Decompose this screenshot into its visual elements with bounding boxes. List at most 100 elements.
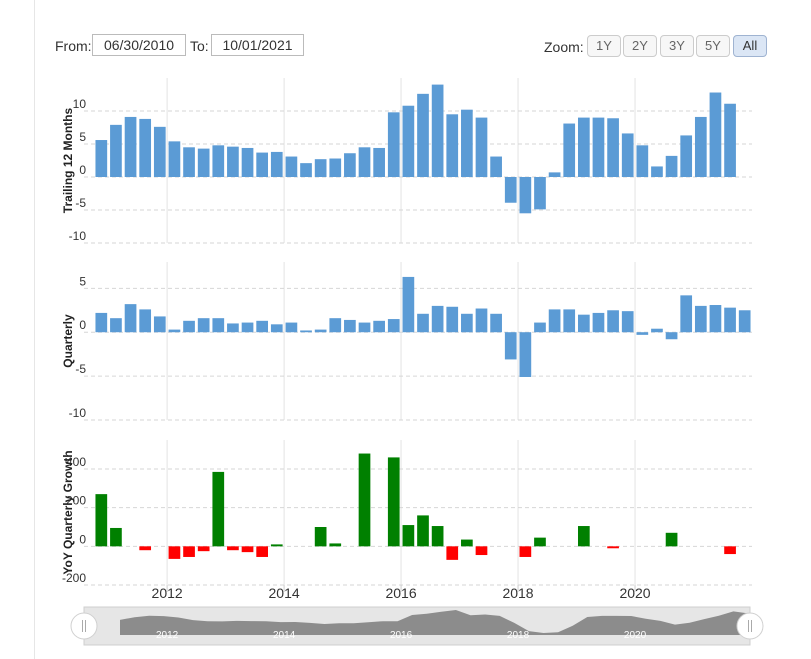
bar — [110, 527, 122, 547]
x-tick-label: 2018 — [502, 585, 533, 601]
bar — [300, 330, 312, 333]
bar — [665, 155, 678, 177]
bar — [402, 105, 415, 177]
bar — [373, 147, 385, 177]
x-tick-label: 2012 — [152, 585, 183, 601]
bar — [110, 318, 122, 333]
bar — [329, 158, 342, 177]
bar — [110, 124, 122, 177]
navigator-tick-label: 2012 — [156, 630, 179, 641]
bar — [314, 527, 327, 547]
y-tick-label: 0 — [79, 163, 86, 177]
bar — [270, 324, 283, 333]
bar — [95, 140, 108, 177]
bar — [607, 546, 619, 549]
bar — [490, 313, 502, 333]
bar — [417, 313, 429, 333]
bar — [461, 539, 473, 547]
bar — [519, 332, 532, 377]
bar — [504, 332, 517, 360]
bar — [358, 322, 371, 333]
bar — [212, 145, 225, 177]
bar — [621, 133, 634, 177]
bar — [373, 320, 385, 333]
bar — [387, 457, 400, 547]
bar — [577, 314, 590, 333]
bar — [197, 546, 210, 552]
bar — [387, 319, 400, 333]
bar — [358, 453, 371, 547]
bar — [665, 332, 678, 340]
bar — [446, 114, 459, 177]
bar — [227, 146, 239, 177]
bar — [183, 147, 195, 177]
bar — [446, 546, 459, 560]
bar — [504, 177, 517, 203]
bar — [475, 308, 488, 333]
bar — [461, 109, 473, 177]
bar — [694, 116, 707, 177]
bar — [241, 322, 254, 333]
bar — [256, 320, 269, 333]
bar — [241, 546, 254, 553]
y-tick-label: 0 — [79, 318, 86, 332]
bar — [197, 148, 210, 177]
x-tick-label: 2016 — [385, 585, 416, 601]
bar — [607, 118, 619, 177]
bar — [95, 312, 108, 333]
y-tick-label: -10 — [69, 229, 87, 243]
bar — [475, 117, 488, 177]
bar — [256, 546, 269, 557]
bar — [534, 177, 546, 210]
y-tick-label: 5 — [79, 274, 86, 288]
y-axis-label: Quarterly — [61, 314, 75, 368]
bar — [636, 145, 649, 177]
bar — [490, 156, 502, 177]
bar — [724, 103, 736, 177]
y-tick-label: -5 — [75, 196, 86, 210]
bar — [387, 112, 400, 177]
bar — [417, 93, 429, 177]
navigator-left-handle[interactable] — [70, 612, 98, 640]
bar — [592, 312, 605, 333]
bar — [417, 515, 429, 547]
bar — [577, 117, 590, 177]
bar — [227, 323, 239, 333]
bar — [212, 471, 225, 547]
bar — [680, 295, 693, 333]
bar — [563, 123, 576, 177]
bar — [461, 313, 473, 333]
bar — [636, 332, 649, 335]
bar — [475, 546, 488, 556]
bar — [344, 153, 356, 177]
x-tick-label: 2020 — [619, 585, 650, 601]
bar — [139, 309, 152, 333]
bar — [168, 546, 181, 559]
bar — [548, 309, 561, 333]
bar — [227, 546, 239, 551]
bar — [548, 172, 561, 177]
bar — [607, 310, 619, 333]
bar — [183, 546, 195, 557]
bar — [651, 328, 663, 333]
y-tick-label: -5 — [75, 362, 86, 376]
bar — [300, 163, 312, 177]
navigator-tick-label: 2016 — [390, 630, 413, 641]
bar — [621, 311, 634, 333]
bar — [519, 177, 532, 214]
bar — [95, 494, 108, 547]
bar — [680, 135, 693, 177]
bar — [563, 309, 576, 333]
bar — [358, 147, 371, 177]
bar — [139, 118, 152, 177]
navigator-right-handle[interactable] — [736, 612, 764, 640]
bar — [577, 526, 590, 547]
bar — [153, 126, 166, 177]
bar — [329, 543, 342, 547]
bar — [665, 532, 678, 547]
bar — [431, 526, 444, 547]
bar — [431, 84, 444, 177]
y-tick-label: -10 — [69, 406, 87, 420]
bar — [709, 92, 722, 177]
bar — [212, 318, 225, 333]
